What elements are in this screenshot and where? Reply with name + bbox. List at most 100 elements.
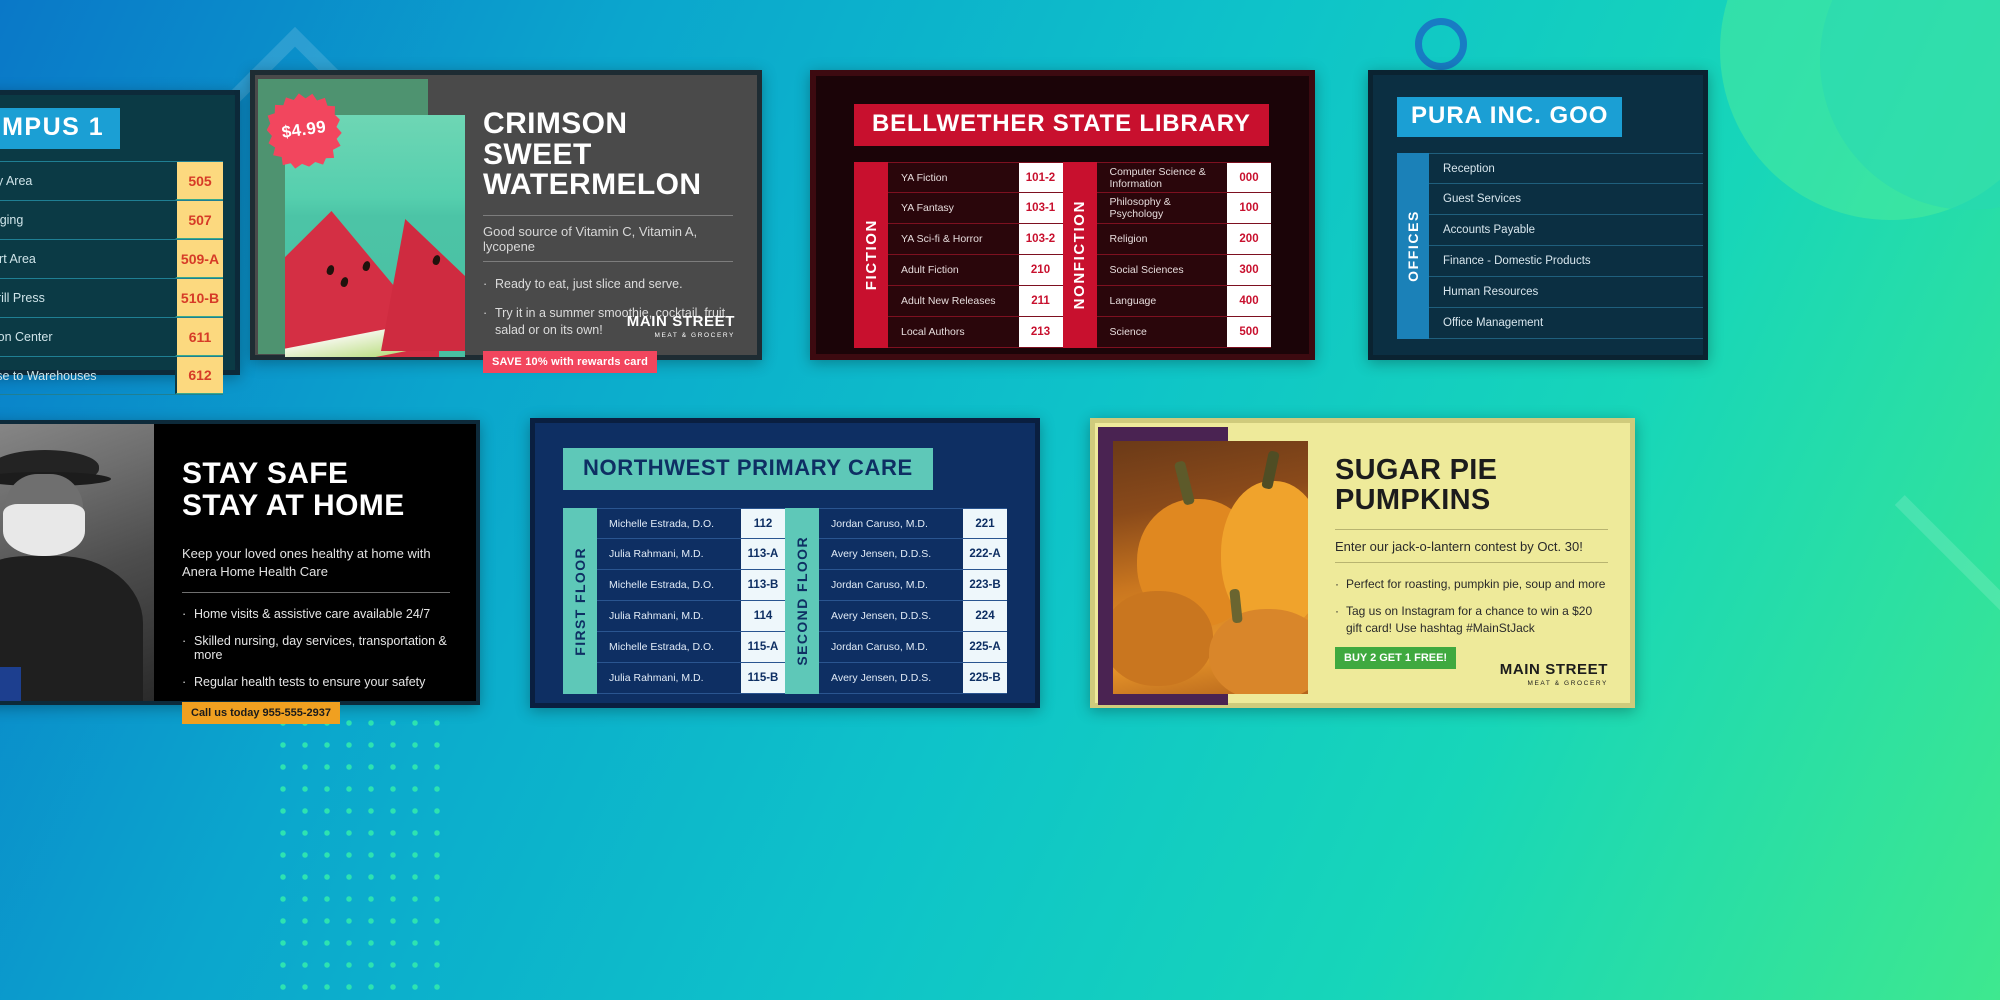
row-label: Assembly Area xyxy=(0,174,33,188)
table-row[interactable]: Julia Rahmani, M.D. 114 xyxy=(597,601,785,632)
main-street-logo: MAIN STREET MEAT & GROCERY xyxy=(627,313,735,339)
table-row[interactable]: Avery Jensen, D.D.S. 225-B xyxy=(819,663,1007,694)
pumpkin-title: SUGAR PIE PUMPKINS xyxy=(1335,454,1498,517)
stay-safe-subtitle: Keep your loved ones healthy at home wit… xyxy=(182,535,450,593)
table-row[interactable]: YA Fiction 101-2 xyxy=(888,162,1063,193)
offices-row-list: Reception Guest Services Accounts Payable F… xyxy=(1429,153,1703,339)
table-row[interactable]: Accounts Payable xyxy=(1429,215,1703,246)
row-label: Science xyxy=(1096,317,1227,347)
library-nonfiction-column: NONFICTION Computer Science & Informatio… xyxy=(1062,162,1271,348)
pumpkin-bullet-list: Perfect for roasting, pumpkin pie, soup … xyxy=(1335,576,1608,636)
list-item: Home visits & assistive care available 2… xyxy=(182,607,450,621)
table-row[interactable]: Office Management xyxy=(1429,308,1703,339)
panel-pumpkin-promo[interactable]: SUGAR PIE PUMPKINS Enter our jack-o-lant… xyxy=(1090,418,1635,708)
row-label: Adult Fiction xyxy=(888,255,1019,285)
table-row[interactable]: Michelle Estrada, D.O. 112 xyxy=(597,508,785,539)
row-label: Adult New Releases xyxy=(888,286,1019,316)
room-number: 224 xyxy=(963,601,1007,631)
logo-line-2: MEAT & GROCERY xyxy=(1527,680,1608,687)
room-number: 510-B xyxy=(175,279,223,317)
table-row[interactable]: Language 400 xyxy=(1096,286,1271,317)
campus-title: CAMPUS 1 xyxy=(0,108,121,149)
first-floor-column: FIRST FLOOR Michelle Estrada, D.O. 112 Jul… xyxy=(563,508,785,694)
library-title: BELLWETHER STATE LIBRARY xyxy=(854,104,1269,146)
pumpkin-text-column: SUGAR PIE PUMPKINS Enter our jack-o-lant… xyxy=(1315,423,1630,703)
campus-row-list: Assembly Area505CMC Staging507Bridgeport… xyxy=(0,161,223,395)
room-number: 113-B xyxy=(741,570,785,600)
table-row[interactable]: Radial Drill Press 510-B xyxy=(0,278,223,317)
panel-offices-directory[interactable]: PURA INC. GOO OFFICES Reception Guest Ser… xyxy=(1368,70,1708,360)
room-number: 112 xyxy=(741,509,785,538)
table-row[interactable]: Adult New Releases 211 xyxy=(888,286,1063,317)
table-row[interactable]: Computer Science & Information 000 xyxy=(1096,162,1271,193)
room-number: 101-2 xyxy=(1018,163,1063,192)
table-row[interactable]: Jordan Caruso, M.D. 225-A xyxy=(819,632,1007,663)
panel-stay-safe[interactable]: STAY SAFE STAY AT HOME Keep your loved o… xyxy=(0,420,480,724)
table-row[interactable]: Reception xyxy=(1429,153,1703,184)
table-row[interactable]: Adult Fiction 210 xyxy=(888,255,1063,286)
table-row[interactable]: Julia Rahmani, M.D. 113-A xyxy=(597,539,785,570)
table-row[interactable]: Science 500 xyxy=(1096,317,1271,348)
table-row[interactable]: Michelle Estrada, D.O. 113-B xyxy=(597,570,785,601)
pumpkin-shape xyxy=(1113,591,1213,686)
room-number: 103-2 xyxy=(1018,224,1063,254)
row-label: Michelle Estrada, D.O. xyxy=(609,517,715,530)
table-row[interactable]: Jordan Caruso, M.D. 223-B xyxy=(819,570,1007,601)
table-row[interactable]: Distribution Center 611 xyxy=(0,317,223,356)
call-us-cta-button[interactable]: Call us today 955-555-2937 xyxy=(182,701,341,724)
row-label: Jordan Caruso, M.D. xyxy=(831,641,928,653)
row-label: Julia Rahmani, M.D. xyxy=(609,548,704,560)
logo-line-1: MAIN STREET xyxy=(1499,661,1608,678)
primary-care-title: NORTHWEST PRIMARY CARE xyxy=(563,448,933,490)
second-floor-column: SECOND FLOOR Jordan Caruso, M.D. 221 Avery… xyxy=(785,508,1007,694)
logo-line-2: MEAT & GROCERY xyxy=(654,332,735,339)
pumpkin-image-column xyxy=(1095,423,1315,705)
room-number: 400 xyxy=(1227,286,1271,316)
room-number: 225-A xyxy=(963,632,1007,662)
table-row[interactable]: Religion 200 xyxy=(1096,224,1271,255)
table-row[interactable]: Concourse to Warehouses 612 xyxy=(0,356,223,395)
buy-two-get-one-cta-button[interactable]: BUY 2 GET 1 FREE! xyxy=(1335,646,1457,669)
table-row[interactable]: Assembly Area 505 xyxy=(0,161,223,200)
panel-primary-care-directory[interactable]: NORTHWEST PRIMARY CARE FIRST FLOOR Miche… xyxy=(530,418,1040,708)
pumpkin-stem xyxy=(1173,460,1196,506)
room-number: 509-A xyxy=(175,240,223,278)
room-number: 113-A xyxy=(741,539,785,569)
watermelon-text-column: CRIMSON SWEET WATERMELON Good source of … xyxy=(471,75,757,374)
table-row[interactable]: CMC Staging 507 xyxy=(0,200,223,239)
row-label: Religion xyxy=(1096,224,1227,254)
table-row[interactable]: Michelle Estrada, D.O. 115-A xyxy=(597,632,785,663)
table-row[interactable]: Julia Rahmani, M.D. 115-B xyxy=(597,663,785,694)
room-number: 300 xyxy=(1227,255,1271,285)
table-row[interactable]: Philosophy & Psychology 100 xyxy=(1096,193,1271,224)
table-row[interactable]: Avery Jensen, D.D.S. 222-A xyxy=(819,539,1007,570)
table-row[interactable]: Avery Jensen, D.D.S. 224 xyxy=(819,601,1007,632)
room-number: 500 xyxy=(1227,317,1271,347)
table-row[interactable]: YA Sci-fi & Horror 103-2 xyxy=(888,224,1063,255)
table-row[interactable]: Human Resources xyxy=(1429,277,1703,308)
row-label: Philosophy & Psychology xyxy=(1096,193,1227,223)
table-row[interactable]: Finance - Domestic Products xyxy=(1429,246,1703,277)
row-label: Language xyxy=(1096,286,1227,316)
room-number: 612 xyxy=(175,357,223,394)
table-row[interactable]: YA Fantasy 103-1 xyxy=(888,193,1063,224)
rewards-cta-button[interactable]: SAVE 10% with rewards card xyxy=(483,351,657,374)
table-row[interactable]: Bridgeport Area 509-A xyxy=(0,239,223,278)
room-number: 100 xyxy=(1227,193,1271,223)
panel-library-directory[interactable]: BELLWETHER STATE LIBRARY FICTION YA Fict… xyxy=(810,70,1315,360)
room-number: 611 xyxy=(175,318,223,356)
table-row[interactable]: Guest Services xyxy=(1429,184,1703,215)
table-row[interactable]: Local Authors 213 xyxy=(888,317,1063,348)
table-row[interactable]: Jordan Caruso, M.D. 221 xyxy=(819,508,1007,539)
row-label: YA Sci-fi & Horror xyxy=(888,224,1019,254)
row-label: Michelle Estrada, D.O. xyxy=(609,579,715,591)
pumpkin-subtitle: Enter our jack-o-lantern contest by Oct.… xyxy=(1335,529,1608,564)
panel-watermelon-promo[interactable]: $4.99 CRIMSON SWEET WATERMELON Good sour… xyxy=(250,70,762,374)
row-label: YA Fiction xyxy=(888,163,1019,192)
room-number: 115-A xyxy=(741,632,785,662)
first-floor-row-list: Michelle Estrada, D.O. 112 Julia Rahmani, … xyxy=(597,508,785,694)
table-row[interactable]: Social Sciences 300 xyxy=(1096,255,1271,286)
panel-campus-directory[interactable]: CAMPUS 1 Assembly Area505CMC Staging507B… xyxy=(0,90,240,395)
row-label: Distribution Center xyxy=(0,330,53,344)
fiction-row-list: YA Fiction 101-2 YA Fantasy 103-1 YA Sci-fi … xyxy=(888,162,1063,348)
